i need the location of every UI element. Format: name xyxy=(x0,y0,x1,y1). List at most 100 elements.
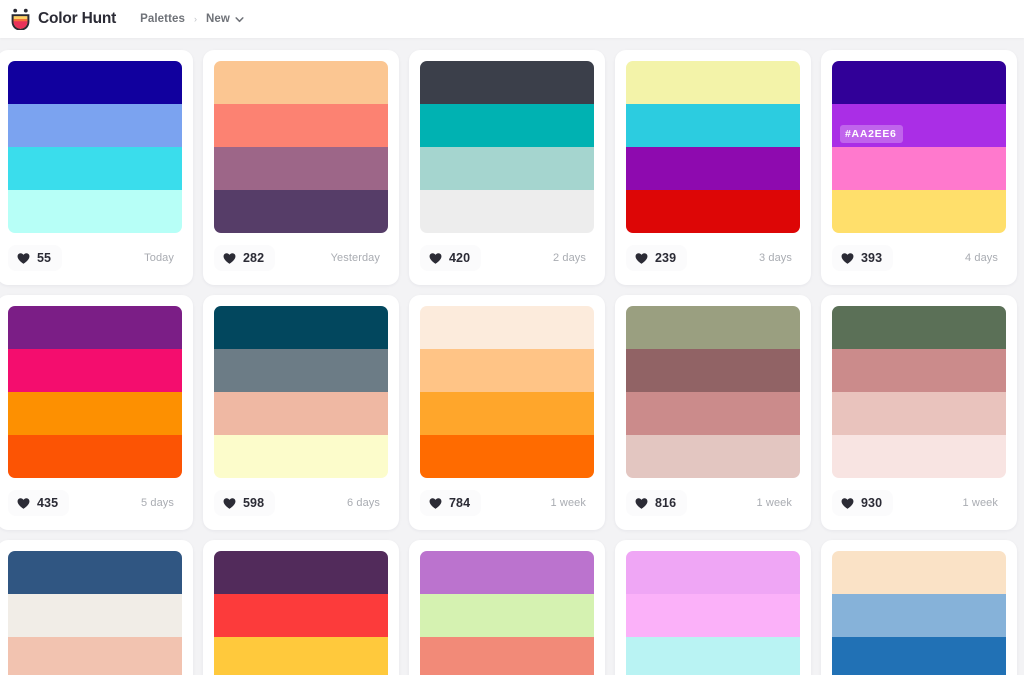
palette-card[interactable] xyxy=(203,540,399,675)
color-swatch[interactable] xyxy=(626,306,800,349)
palette-card[interactable] xyxy=(0,540,193,675)
palette-card[interactable]: 598 6 days xyxy=(203,295,399,530)
palette-card[interactable] xyxy=(615,540,811,675)
like-button[interactable]: 784 xyxy=(420,490,482,516)
color-swatch[interactable] xyxy=(832,392,1006,435)
color-swatch[interactable] xyxy=(832,435,1006,478)
color-swatch[interactable] xyxy=(420,61,594,104)
color-swatch[interactable] xyxy=(832,349,1006,392)
color-swatch[interactable] xyxy=(420,637,594,675)
color-swatch[interactable] xyxy=(626,61,800,104)
color-swatch[interactable] xyxy=(626,147,800,190)
like-button[interactable]: 55 xyxy=(8,245,63,271)
breadcrumb-sort-dropdown[interactable]: New xyxy=(206,13,244,25)
color-swatch[interactable] xyxy=(626,594,800,637)
chevron-down-icon xyxy=(235,15,244,24)
color-swatch[interactable] xyxy=(420,594,594,637)
color-swatch[interactable] xyxy=(8,147,182,190)
palette-card[interactable]: 55 Today xyxy=(0,50,193,285)
color-swatch[interactable] xyxy=(832,551,1006,594)
color-swatch[interactable] xyxy=(8,637,182,675)
like-button[interactable]: 282 xyxy=(214,245,276,271)
color-swatch[interactable] xyxy=(214,594,388,637)
color-swatch[interactable] xyxy=(420,551,594,594)
palette-card[interactable]: 282 Yesterday xyxy=(203,50,399,285)
color-swatch[interactable] xyxy=(626,392,800,435)
color-swatch[interactable] xyxy=(420,435,594,478)
color-swatch[interactable] xyxy=(626,551,800,594)
color-swatch[interactable] xyxy=(626,435,800,478)
palette-card[interactable] xyxy=(821,540,1017,675)
palette-card[interactable] xyxy=(409,540,605,675)
color-swatch[interactable] xyxy=(420,147,594,190)
color-swatch[interactable] xyxy=(626,349,800,392)
palette-card[interactable]: 239 3 days xyxy=(615,50,811,285)
color-swatch[interactable] xyxy=(420,104,594,147)
color-swatch[interactable] xyxy=(832,61,1006,104)
color-swatch[interactable] xyxy=(832,147,1006,190)
heart-icon xyxy=(223,497,236,510)
heart-icon xyxy=(635,497,648,510)
color-swatch[interactable] xyxy=(626,104,800,147)
like-button[interactable]: 393 xyxy=(832,245,894,271)
color-swatch[interactable] xyxy=(214,551,388,594)
palette-swatch-stack xyxy=(420,61,594,233)
palette-card-footer: 816 1 week xyxy=(626,478,800,528)
like-button[interactable]: 930 xyxy=(832,490,894,516)
color-swatch[interactable] xyxy=(420,349,594,392)
color-swatch[interactable] xyxy=(420,190,594,233)
color-swatch[interactable] xyxy=(832,594,1006,637)
color-swatch[interactable] xyxy=(8,392,182,435)
color-swatch[interactable] xyxy=(420,392,594,435)
color-swatch[interactable]: #AA2EE6 xyxy=(832,104,1006,147)
color-swatch[interactable] xyxy=(832,306,1006,349)
color-swatch[interactable] xyxy=(420,306,594,349)
color-swatch[interactable] xyxy=(8,594,182,637)
like-button[interactable]: 435 xyxy=(8,490,70,516)
color-swatch[interactable] xyxy=(214,435,388,478)
palette-card[interactable]: #AA2EE6 393 4 days xyxy=(821,50,1017,285)
brand-logo-link[interactable]: Color Hunt xyxy=(10,8,116,30)
palette-card[interactable]: 420 2 days xyxy=(409,50,605,285)
like-button[interactable]: 816 xyxy=(626,490,688,516)
palette-swatch-stack xyxy=(214,306,388,478)
palette-card[interactable]: 435 5 days xyxy=(0,295,193,530)
color-swatch[interactable] xyxy=(8,306,182,349)
color-swatch[interactable] xyxy=(214,104,388,147)
color-swatch[interactable] xyxy=(214,61,388,104)
color-swatch[interactable] xyxy=(8,190,182,233)
heart-icon xyxy=(635,252,648,265)
breadcrumb-current-label: New xyxy=(206,13,230,25)
like-count: 816 xyxy=(655,496,677,510)
breadcrumb-palettes[interactable]: Palettes xyxy=(140,13,185,25)
brand-name: Color Hunt xyxy=(38,10,117,27)
color-swatch[interactable] xyxy=(8,61,182,104)
heart-icon xyxy=(841,497,854,510)
palette-card-footer: 239 3 days xyxy=(626,233,800,283)
palette-grid-scroll-area[interactable]: 55 Today 282 Yesterday 420 2 days 239 3 days #AA… xyxy=(0,38,1024,675)
color-swatch[interactable] xyxy=(8,349,182,392)
like-button[interactable]: 598 xyxy=(214,490,276,516)
color-swatch[interactable] xyxy=(8,435,182,478)
color-swatch[interactable] xyxy=(8,551,182,594)
color-swatch[interactable] xyxy=(214,637,388,675)
heart-icon xyxy=(841,252,854,265)
palette-card[interactable]: 930 1 week xyxy=(821,295,1017,530)
palette-card[interactable]: 784 1 week xyxy=(409,295,605,530)
color-swatch[interactable] xyxy=(214,306,388,349)
color-swatch[interactable] xyxy=(214,147,388,190)
color-swatch[interactable] xyxy=(832,637,1006,675)
heart-icon xyxy=(429,497,442,510)
color-swatch[interactable] xyxy=(8,104,182,147)
color-swatch[interactable] xyxy=(626,637,800,675)
color-swatch[interactable] xyxy=(214,392,388,435)
color-swatch[interactable] xyxy=(626,190,800,233)
palette-swatch-stack xyxy=(214,61,388,233)
like-button[interactable]: 420 xyxy=(420,245,482,271)
color-swatch[interactable] xyxy=(214,349,388,392)
color-swatch[interactable] xyxy=(832,190,1006,233)
like-count: 930 xyxy=(861,496,883,510)
color-swatch[interactable] xyxy=(214,190,388,233)
palette-card[interactable]: 816 1 week xyxy=(615,295,811,530)
like-button[interactable]: 239 xyxy=(626,245,688,271)
